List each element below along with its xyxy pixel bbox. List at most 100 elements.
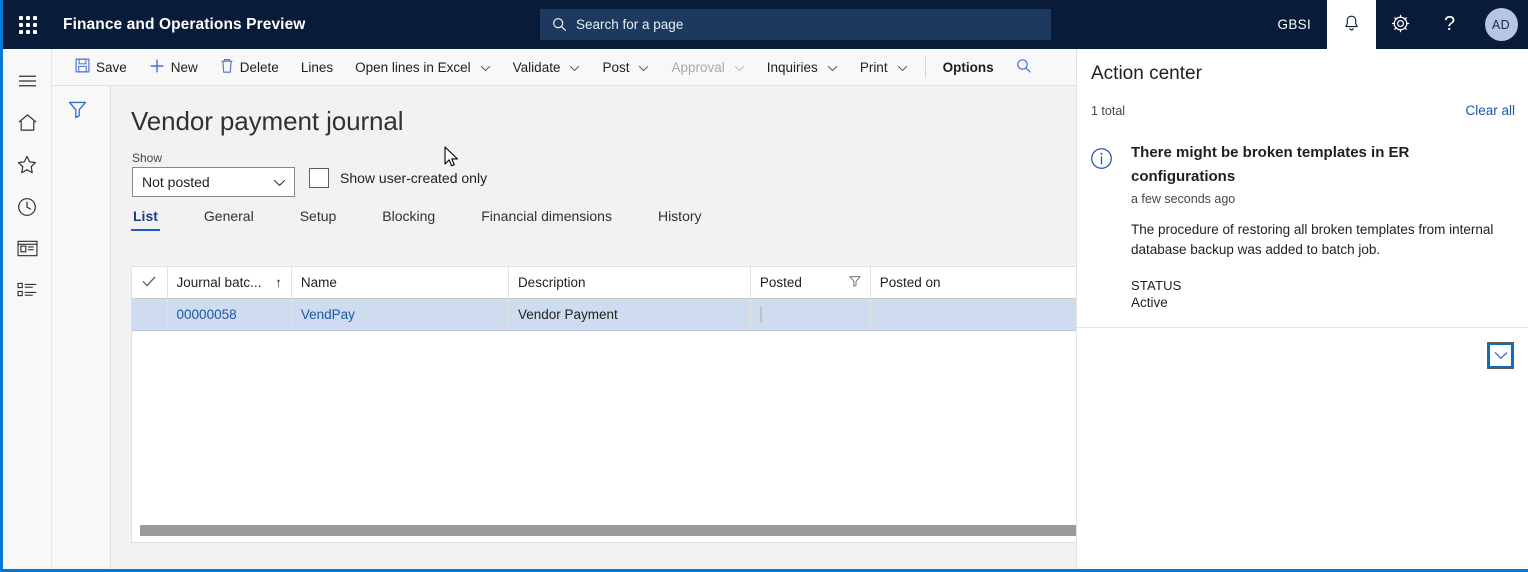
delete-button-label: Delete xyxy=(239,59,279,75)
notification-timestamp: a few seconds ago xyxy=(1131,192,1236,206)
column-header-description-label: Description xyxy=(517,274,586,290)
star-icon xyxy=(17,155,37,179)
notifications-button[interactable] xyxy=(1327,0,1376,49)
journal-batch-link[interactable]: 00000058 xyxy=(177,307,237,322)
column-header-name[interactable]: Name xyxy=(291,267,509,299)
notification-status-label: STATUS xyxy=(1131,278,1182,293)
inquiries-button[interactable]: Inquiries xyxy=(756,49,849,86)
chevron-down-icon xyxy=(734,60,745,75)
global-search-placeholder: Search for a page xyxy=(576,17,684,32)
notification-expand-button[interactable] xyxy=(1487,342,1514,369)
funnel-filter-icon xyxy=(848,275,861,290)
column-header-posted-on-label: Posted on xyxy=(879,274,941,290)
save-button-label: Save xyxy=(96,59,127,75)
open-lines-in-excel-button[interactable]: Open lines in Excel xyxy=(344,49,502,86)
sidebar-item-workspaces[interactable] xyxy=(3,230,52,272)
chevron-down-icon xyxy=(638,60,649,75)
action-center-divider xyxy=(1077,327,1528,328)
search-icon xyxy=(552,17,567,32)
app-launcher-grid xyxy=(18,15,37,34)
workspace-icon xyxy=(16,240,38,262)
checkmark-icon xyxy=(142,275,156,290)
print-button-label: Print xyxy=(859,59,888,75)
tab-financial-dimensions[interactable]: Financial dimensions xyxy=(479,208,614,231)
chevron-down-icon xyxy=(480,60,491,75)
cell-posted[interactable] xyxy=(750,298,871,331)
column-header-posted-label: Posted xyxy=(759,274,802,290)
chevron-down-icon xyxy=(273,174,286,190)
sidebar-item-modules[interactable] xyxy=(3,272,52,314)
show-user-created-only-label: Show user-created only xyxy=(340,170,488,186)
column-header-journal-batch-label: Journal batc... xyxy=(176,274,262,290)
show-filter-value: Not posted xyxy=(142,174,210,190)
post-button-label: Post xyxy=(602,59,630,75)
top-navigation-bar: Finance and Operations Preview Search fo… xyxy=(3,0,1528,49)
tab-setup[interactable]: Setup xyxy=(298,208,339,231)
clear-all-button[interactable]: Clear all xyxy=(1465,103,1515,118)
new-button[interactable]: New xyxy=(138,49,209,86)
options-button[interactable]: Options xyxy=(932,49,1005,86)
home-icon xyxy=(17,113,38,137)
cell-journal-batch[interactable]: 00000058 xyxy=(167,298,292,331)
lines-button[interactable]: Lines xyxy=(290,49,344,86)
chevron-down-icon xyxy=(569,60,580,75)
notification-item[interactable]: There might be broken templates in ER co… xyxy=(1077,141,1528,369)
filter-pane xyxy=(52,86,111,569)
clock-icon xyxy=(17,197,37,222)
post-button[interactable]: Post xyxy=(591,49,660,86)
approval-button-label: Approval xyxy=(671,59,725,75)
validate-button[interactable]: Validate xyxy=(502,49,592,86)
command-search-button[interactable] xyxy=(1005,49,1043,86)
cell-name[interactable]: VendPay xyxy=(291,298,509,331)
tab-blocking[interactable]: Blocking xyxy=(380,208,437,231)
left-navigation-rail xyxy=(3,49,52,569)
user-account-button[interactable]: AD xyxy=(1474,0,1528,49)
lines-button-label: Lines xyxy=(300,59,334,75)
save-icon xyxy=(75,58,90,76)
column-header-journal-batch[interactable]: Journal batc... ↑ xyxy=(167,267,292,299)
show-user-created-only-checkbox[interactable]: Show user-created only xyxy=(309,168,487,188)
action-center-panel: Action center 1 total Clear all There mi… xyxy=(1076,49,1528,569)
tab-history[interactable]: History xyxy=(656,208,704,231)
global-search-input[interactable]: Search for a page xyxy=(540,9,1051,40)
app-title: Finance and Operations Preview xyxy=(63,15,306,33)
posted-checkbox[interactable] xyxy=(759,305,762,323)
sidebar-item-home[interactable] xyxy=(3,104,52,146)
column-header-description[interactable]: Description xyxy=(508,267,751,299)
magnifier-icon xyxy=(1016,58,1032,77)
chevron-down-icon xyxy=(1494,347,1508,365)
sidebar-item-recent[interactable] xyxy=(3,188,52,230)
funnel-filter-icon[interactable] xyxy=(68,100,87,124)
delete-button[interactable]: Delete xyxy=(209,49,290,86)
column-header-posted[interactable]: Posted xyxy=(750,267,871,299)
select-all-header[interactable] xyxy=(132,267,168,299)
gear-icon xyxy=(1391,14,1410,36)
print-button[interactable]: Print xyxy=(849,49,919,86)
sidebar-item-favorites[interactable] xyxy=(3,146,52,188)
settings-button[interactable] xyxy=(1376,0,1425,49)
save-button[interactable]: Save xyxy=(64,49,138,86)
info-circle-icon xyxy=(1090,147,1113,175)
open-lines-in-excel-label: Open lines in Excel xyxy=(355,59,471,75)
hamburger-icon xyxy=(18,74,37,93)
cell-description[interactable]: Vendor Payment xyxy=(508,298,751,331)
approval-button: Approval xyxy=(660,49,755,86)
name-link[interactable]: VendPay xyxy=(301,307,355,322)
checkbox-box xyxy=(309,168,329,188)
modules-list-icon xyxy=(16,282,38,304)
tab-general[interactable]: General xyxy=(202,208,256,231)
app-launcher-icon[interactable] xyxy=(3,0,52,49)
trash-icon xyxy=(220,58,234,77)
row-select-cell[interactable] xyxy=(132,298,168,331)
sidebar-item-hamburger[interactable] xyxy=(3,62,52,104)
company-selector[interactable]: GBSI xyxy=(1262,0,1327,49)
chevron-down-icon xyxy=(897,60,908,75)
avatar: AD xyxy=(1484,8,1518,41)
inquiries-button-label: Inquiries xyxy=(766,59,818,75)
bell-icon xyxy=(1343,14,1360,36)
tab-list[interactable]: List xyxy=(131,208,160,231)
column-header-name-label: Name xyxy=(300,274,337,290)
show-filter-select[interactable]: Not posted xyxy=(132,167,295,197)
help-button[interactable]: ? xyxy=(1425,0,1474,49)
application-window: Finance and Operations Preview Search fo… xyxy=(0,0,1528,572)
